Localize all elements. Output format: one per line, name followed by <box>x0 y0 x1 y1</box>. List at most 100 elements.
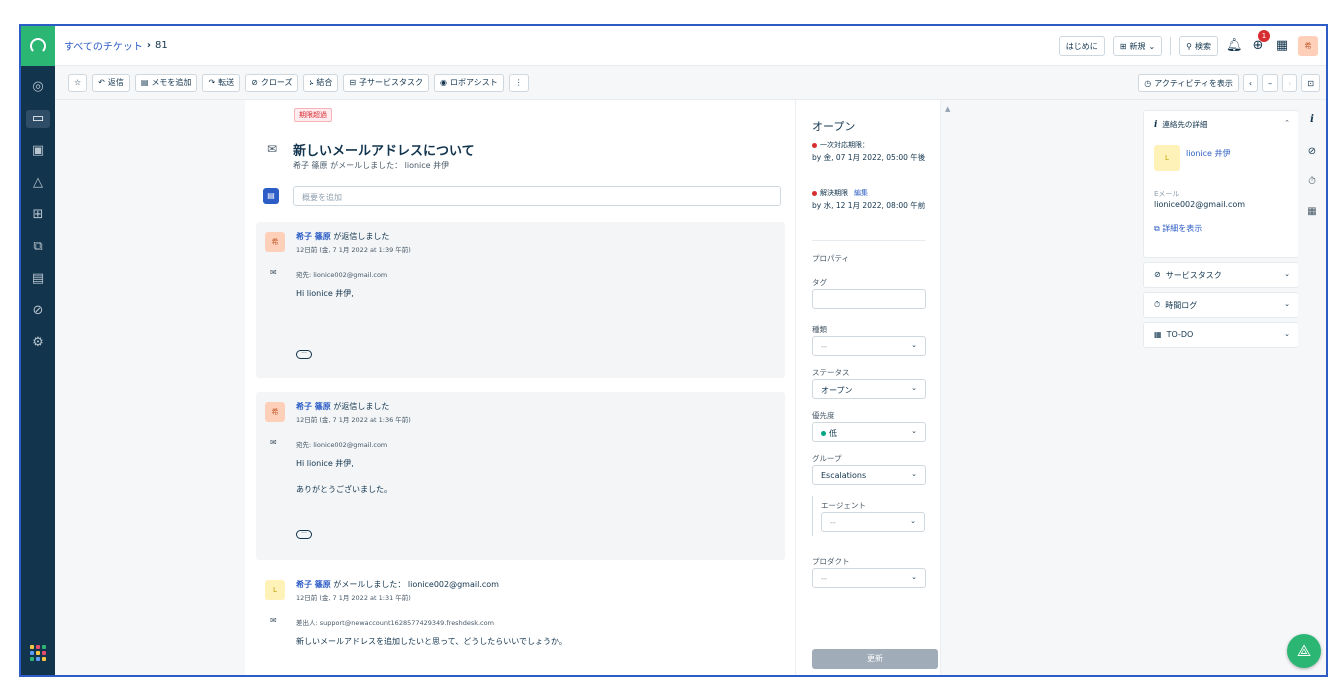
chevron-down-icon: ⌄ <box>911 470 917 478</box>
reply-icon: ↶ <box>98 78 105 87</box>
reply-to: 宛先: lionice002@gmail.com <box>296 441 388 449</box>
view-details-link[interactable]: ⧉ 詳細を表示 <box>1154 223 1202 234</box>
avatar: L <box>265 580 285 600</box>
bell-icon[interactable]: 🔔︎ <box>1226 38 1243 54</box>
info-icon[interactable]: i <box>1306 114 1318 126</box>
todo-accordion[interactable]: ▦ TO-DO ⌄ <box>1143 322 1299 348</box>
breadcrumb-all-tickets[interactable]: すべてのチケット <box>64 38 143 53</box>
calendar-icon: ▦ <box>1154 330 1162 339</box>
more-options-button[interactable]: ⋮ <box>508 73 529 92</box>
scroll-up-icon[interactable]: ▲ <box>945 105 950 113</box>
prev-ticket-button[interactable]: ‹ <box>1242 74 1259 92</box>
update-button[interactable]: 更新 <box>812 649 938 669</box>
freshdesk-logo[interactable] <box>21 26 55 66</box>
service-tasks-icon[interactable]: ⊘ <box>29 302 47 320</box>
user-avatar[interactable]: 希 <box>1298 36 1318 56</box>
gift-icon[interactable]: ⊕ 1 <box>1250 30 1270 54</box>
note-icon: ▤ <box>140 78 149 87</box>
service-tasks-accordion[interactable]: ⊘ サービスタスク ⌄ <box>1143 262 1299 288</box>
getting-started-button[interactable]: はじめに <box>1058 36 1105 56</box>
resolution-due: by 水, 12 1月 2022, 08:00 午前 <box>812 201 926 210</box>
contact-title: 連絡先の詳細 <box>1162 120 1208 129</box>
overdue-dot <box>812 142 817 148</box>
close-button[interactable]: ⊘ クローズ <box>245 73 299 92</box>
group-label: グループ <box>812 454 842 463</box>
tag-input[interactable] <box>812 289 926 309</box>
author-name[interactable]: 希子 篠原 <box>296 402 331 411</box>
apps-grid-icon[interactable] <box>30 645 46 661</box>
summary-input[interactable]: 概要を追加 <box>293 186 781 206</box>
reply-body: Hi lionice 井伊, <box>296 459 354 468</box>
admin-gear-icon[interactable]: ⚙ <box>29 334 47 352</box>
author-name[interactable]: 希子 篠原 <box>296 580 331 589</box>
product-label: プロダクト <box>812 557 850 566</box>
chevron-down-icon: ⌄ <box>911 384 917 392</box>
new-button[interactable]: ⊞ 新規 ⌄ <box>1112 36 1163 56</box>
show-activity-button[interactable]: ◷ アクティビティを表示 <box>1138 74 1239 92</box>
group-select[interactable]: Escalations ⌄ <box>812 465 926 485</box>
ticket-list-button[interactable]: – <box>1262 74 1279 92</box>
search-button[interactable]: ⚲ 検索 <box>1179 36 1218 56</box>
assistant-fab-icon[interactable]: ⟁ <box>1287 634 1321 668</box>
chevron-up-icon[interactable]: ⌃ <box>1284 119 1290 127</box>
time-log-accordion[interactable]: ⏱ 時間ログ ⌄ <box>1143 292 1299 318</box>
chevron-down-icon: ⌄ <box>911 427 917 435</box>
chevron-down-icon: ⌄ <box>1148 41 1156 51</box>
social-icon[interactable]: △ <box>29 174 47 192</box>
priority-select[interactable]: 低 ⌄ <box>812 422 926 442</box>
priority-label: 優先度 <box>812 411 835 420</box>
merge-icon: ኑ <box>309 77 314 87</box>
email-from: 差出人: support@newaccount1628577429349.fre… <box>296 619 494 627</box>
activity-icon: ◷ <box>1144 78 1152 88</box>
product-select[interactable]: -- ⌄ <box>812 568 926 588</box>
stopwatch-icon: ⏱ <box>1154 300 1161 309</box>
vertical-dots-icon: ⋮ <box>514 78 523 87</box>
priority-value: 低 <box>829 429 837 438</box>
type-select[interactable]: -- ⌄ <box>812 336 926 356</box>
contact-details-card: i 連絡先の詳細 ⌃ L lionice 井伊 Eメール lionice002@g… <box>1143 110 1299 258</box>
status-select[interactable]: オープン ⌄ <box>812 379 926 399</box>
merge-button[interactable]: ኑ 結合 <box>303 73 339 92</box>
add-note-button[interactable]: ▤ メモを追加 <box>134 73 198 92</box>
calendar-icon[interactable]: ▦ <box>1306 206 1318 218</box>
status-label: ステータス <box>812 368 850 377</box>
next-ticket-button[interactable]: › <box>1282 74 1298 92</box>
ticket-action-bar: ☆ ↶ 返信 ▤ メモを追加 ↷ 転送 ⊘ クローズ ኑ 結合 ⊟ 子サービスタスク ◉ ロボ… <box>55 66 1326 100</box>
resolution-text: 解決期限 <box>820 189 848 197</box>
dashboard-icon[interactable]: ◎ <box>29 78 47 96</box>
type-value: -- <box>821 342 827 351</box>
search-label: 検索 <box>1195 41 1211 51</box>
original-email: L 希子 篠原 がメールしました： lionice002@gmail.com 1… <box>256 570 785 675</box>
stopwatch-icon[interactable]: ⏱ <box>1306 176 1318 188</box>
plus-box-icon: ⊞ <box>1119 41 1127 51</box>
service-task-icon: ⊘ <box>1154 270 1161 279</box>
email-action: がメールしました： lionice002@gmail.com <box>330 580 499 589</box>
reports-icon[interactable]: ▤ <box>29 270 47 288</box>
agent-select[interactable]: -- ⌄ <box>821 512 925 532</box>
child-task-button[interactable]: ⊟ 子サービスタスク <box>343 73 430 92</box>
edit-due-link[interactable]: 編集 <box>854 188 868 198</box>
reply-button[interactable]: ↶ 返信 <box>92 73 130 92</box>
info-icon: i <box>1154 119 1158 130</box>
forums-icon[interactable]: ⧉ <box>29 238 47 256</box>
contact-header[interactable]: i 連絡先の詳細 <box>1154 119 1207 130</box>
expand-quoted-button[interactable]: ··· <box>296 350 312 359</box>
expand-quoted-button[interactable]: ··· <box>296 530 312 539</box>
forward-button[interactable]: ↷ 転送 <box>202 73 241 92</box>
calendar-icon[interactable]: ▦ <box>1274 38 1290 54</box>
contact-name[interactable]: lionice 井伊 <box>1186 148 1231 159</box>
properties-heading: プロパティ <box>812 254 850 263</box>
expand-panel-button[interactable]: ⊡ <box>1301 74 1320 92</box>
contacts-icon[interactable]: ▣ <box>29 142 47 160</box>
solutions-icon[interactable]: ⊞ <box>29 206 47 224</box>
breadcrumb-ticket-id: 81 <box>155 40 168 51</box>
service-task-icon[interactable]: ⊘ <box>1306 146 1318 158</box>
star-button[interactable]: ☆ <box>68 73 88 92</box>
tickets-icon[interactable]: ▭ <box>26 110 50 128</box>
robo-assist-button[interactable]: ◉ ロボアシスト <box>434 73 504 92</box>
new-label: 新規 <box>1129 41 1146 51</box>
top-bar: すべてのチケット › 81 はじめに ⊞ 新規 ⌄ ⚲ 検索 🔔︎ ⊕ 1 ▦ 希 <box>55 26 1326 66</box>
divider <box>812 240 926 241</box>
author-name[interactable]: 希子 篠原 <box>296 232 331 241</box>
robo-assist-label: ロボアシスト <box>450 78 498 87</box>
